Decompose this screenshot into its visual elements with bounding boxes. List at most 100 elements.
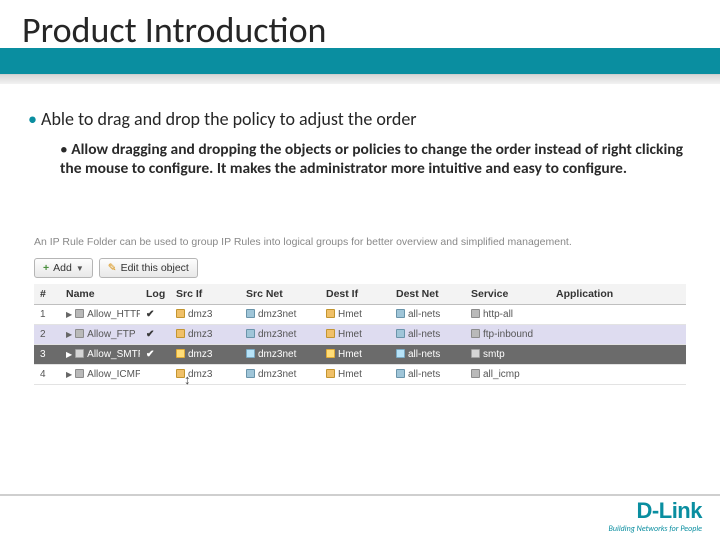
chevron-down-icon: ▼ (76, 264, 84, 273)
edit-button-label: Edit this object (121, 262, 189, 274)
cell-application (550, 305, 686, 325)
title-bar: Product Introduction (0, 0, 720, 80)
triangle-icon: ▶ (66, 350, 72, 359)
rules-table: # Name Log Src If Src Net Dest If Dest N… (34, 284, 686, 385)
col-destif[interactable]: Dest If (320, 284, 390, 305)
table-row[interactable]: 4▶Allow_ICMP dmz3dmz3netHmetall-netsall_i… (34, 365, 686, 385)
cell-idx: 2 (34, 325, 60, 345)
embed-description: An IP Rule Folder can be used to group I… (34, 236, 686, 248)
check-icon: ✔ (146, 329, 154, 340)
cell-name: ▶Allow_ICMP (60, 365, 140, 385)
network-icon (396, 349, 405, 358)
bullet-level1: Able to drag and drop the policy to adju… (28, 108, 692, 130)
col-application[interactable]: Application (550, 284, 686, 305)
title-accent-bar (0, 48, 720, 76)
interface-icon (176, 369, 185, 378)
edit-button[interactable]: ✎ Edit this object (99, 258, 198, 278)
cell-destif: Hmet (320, 305, 390, 325)
cell-destif: Hmet (320, 325, 390, 345)
network-icon (246, 349, 255, 358)
footer-divider (0, 494, 720, 496)
table-row[interactable]: 3▶Allow_SMTP ✔ dmz3dmz3netHmetall-netssmtp (34, 345, 686, 365)
pencil-icon: ✎ (108, 262, 117, 274)
table-row[interactable]: 2▶Allow_FTP ✔ dmz3dmz3netHmetall-netsftp-i… (34, 325, 686, 345)
triangle-icon: ▶ (66, 310, 72, 319)
col-log[interactable]: Log (140, 284, 170, 305)
check-icon: ✔ (146, 349, 154, 360)
cell-srcnet: dmz3net (240, 305, 320, 325)
network-icon (396, 369, 405, 378)
interface-icon (326, 349, 335, 358)
rule-icon (75, 349, 84, 358)
cell-log: ✔ (140, 305, 170, 325)
rules-table-wrap: # Name Log Src If Src Net Dest If Dest N… (34, 284, 686, 385)
cell-destnet: all-nets (390, 305, 465, 325)
bullet-level2: Allow dragging and dropping the objects … (60, 140, 692, 179)
network-icon (396, 329, 405, 338)
service-icon (471, 329, 480, 338)
cell-destnet: all-nets (390, 325, 465, 345)
interface-icon (176, 329, 185, 338)
cell-application (550, 345, 686, 365)
cell-srcnet: dmz3net (240, 345, 320, 365)
rule-icon (75, 309, 84, 318)
service-icon (471, 309, 480, 318)
col-name[interactable]: Name (60, 284, 140, 305)
cell-srcnet: dmz3net (240, 325, 320, 345)
brand-tagline: Building Networks for People (609, 524, 702, 534)
cell-srcif: dmz3 (170, 365, 240, 385)
network-icon (246, 329, 255, 338)
plus-icon: + (43, 262, 49, 274)
cell-destnet: all-nets (390, 365, 465, 385)
cell-destif: Hmet (320, 365, 390, 385)
cell-application (550, 325, 686, 345)
check-icon: ✔ (146, 309, 154, 320)
content-area: Able to drag and drop the policy to adju… (28, 108, 692, 179)
cell-destnet: all-nets (390, 345, 465, 365)
cell-service: all_icmp (465, 365, 550, 385)
service-icon (471, 349, 480, 358)
col-srcnet[interactable]: Src Net (240, 284, 320, 305)
col-srcif[interactable]: Src If (170, 284, 240, 305)
brand-name: D-Link (609, 498, 702, 524)
cell-log (140, 365, 170, 385)
cell-srcnet: dmz3net (240, 365, 320, 385)
cell-service: ftp-inbound (465, 325, 550, 345)
network-icon (246, 369, 255, 378)
cell-name: ▶Allow_FTP (60, 325, 140, 345)
cell-idx: 3 (34, 345, 60, 365)
screenshot-embed: An IP Rule Folder can be used to group I… (34, 236, 686, 404)
table-row[interactable]: 1▶Allow_HTTP ✔ dmz3dmz3netHmetall-netshttp… (34, 305, 686, 325)
cell-service: http-all (465, 305, 550, 325)
interface-icon (326, 329, 335, 338)
cell-srcif: dmz3 (170, 305, 240, 325)
cell-service: smtp (465, 345, 550, 365)
slide: Product Introduction Able to drag and dr… (0, 0, 720, 540)
cell-name: ▶Allow_SMTP (60, 345, 140, 365)
triangle-icon: ▶ (66, 330, 72, 339)
cell-log: ✔ (140, 345, 170, 365)
interface-icon (326, 309, 335, 318)
interface-icon (176, 309, 185, 318)
rule-icon (75, 329, 84, 338)
col-destnet[interactable]: Dest Net (390, 284, 465, 305)
slide-title: Product Introduction (22, 8, 326, 52)
table-header-row: # Name Log Src If Src Net Dest If Dest N… (34, 284, 686, 305)
brand-logo: D-Link Building Networks for People (609, 498, 702, 534)
cell-srcif: dmz3 (170, 345, 240, 365)
col-idx[interactable]: # (34, 284, 60, 305)
col-service[interactable]: Service (465, 284, 550, 305)
service-icon (471, 369, 480, 378)
cell-name: ▶Allow_HTTP (60, 305, 140, 325)
cell-idx: 1 (34, 305, 60, 325)
cell-log: ✔ (140, 325, 170, 345)
cell-destif: Hmet (320, 345, 390, 365)
cell-application (550, 365, 686, 385)
cell-idx: 4 (34, 365, 60, 385)
add-button[interactable]: + Add ▼ (34, 258, 93, 278)
triangle-icon: ▶ (66, 370, 72, 379)
toolbar: + Add ▼ ✎ Edit this object (34, 258, 686, 278)
network-icon (246, 309, 255, 318)
cell-srcif: dmz3 (170, 325, 240, 345)
interface-icon (326, 369, 335, 378)
